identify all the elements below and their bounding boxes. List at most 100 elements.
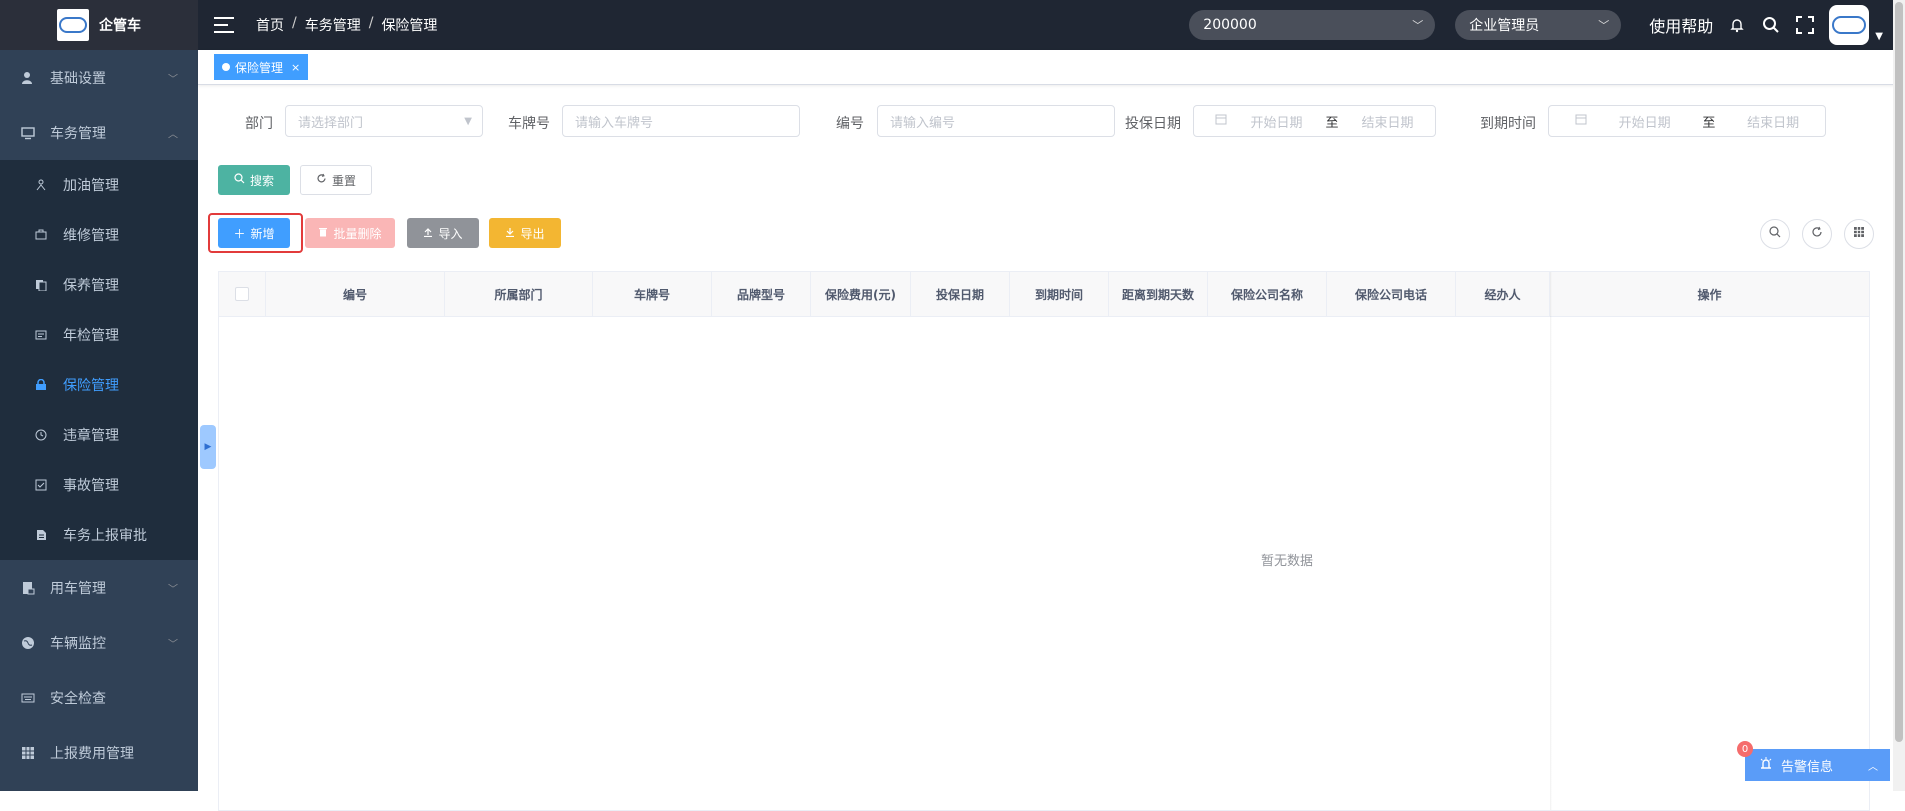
sidebar-item-label: 年检管理 [63, 328, 119, 344]
breadcrumb-current: 保险管理 [381, 18, 438, 34]
th-insure-date[interactable]: 投保日期 [911, 272, 1010, 316]
page-scrollbar[interactable] [1893, 0, 1905, 791]
export-label: 导出 [520, 226, 545, 241]
topbar: 首页 / 车务管理 / 保险管理 200000 ﹀ 企业管理员 ﹀ 使用帮助 ▼ [198, 0, 1905, 50]
trash-icon [318, 226, 328, 240]
sidebar-item-label: 维修管理 [63, 228, 119, 244]
sidebar-item-refuel[interactable]: 加油管理 [0, 160, 198, 210]
select-all-checkbox[interactable] [235, 287, 249, 301]
code-input[interactable]: 请输入编号 [877, 105, 1115, 137]
sidebar-item-label: 上报费用管理 [50, 745, 134, 762]
tag-label: 保险管理 [235, 60, 284, 75]
th-premium[interactable]: 保险费用(元) [811, 272, 911, 316]
role-select[interactable]: 企业管理员 ﹀ [1455, 10, 1622, 40]
sidebar-item-label: 保养管理 [63, 278, 119, 294]
chevron-up-icon: ︿ [168, 129, 178, 140]
reset-button-label: 重置 [331, 173, 356, 188]
toggle-search-button[interactable] [1760, 219, 1790, 249]
toolbox-icon [33, 227, 49, 243]
logo[interactable]: 企管车 [0, 0, 198, 50]
sidebar-item-accident[interactable]: 事故管理 [0, 460, 198, 510]
batch-delete-label: 批量删除 [333, 226, 382, 241]
th-brand-model[interactable]: 品牌型号 [712, 272, 811, 316]
bell-icon[interactable] [1727, 15, 1747, 35]
start-date-placeholder: 开始日期 [1618, 115, 1671, 131]
sidebar-item-label: 违章管理 [63, 428, 119, 444]
caret-down-icon: ▼ [464, 115, 472, 127]
select-all-cell [219, 272, 266, 316]
lock-icon [33, 377, 49, 393]
th-department[interactable]: 所属部门 [445, 272, 593, 316]
sidebar-item-maintenance[interactable]: 保养管理 [0, 260, 198, 310]
reset-button[interactable]: 重置 [300, 165, 372, 195]
plate-input[interactable]: 请输入车牌号 [562, 105, 800, 137]
alarm-panel[interactable]: 0 告警信息 ︿ [1737, 741, 1890, 781]
sidebar-item-report-approval[interactable]: 车务上报审批 [0, 510, 198, 560]
th-handler[interactable]: 经办人 [1456, 272, 1550, 316]
dept-select[interactable]: 请选择部门 ▼ [285, 105, 483, 137]
sidebar-item-violation[interactable]: 违章管理 [0, 410, 198, 460]
th-expire-date[interactable]: 到期时间 [1010, 272, 1109, 316]
sidebar-item-vehicle-use[interactable]: 用车管理 ﹀ [0, 560, 198, 615]
sidebar-item-vehicle-affairs[interactable]: 车务管理 ︿ [0, 105, 198, 160]
clock-icon [33, 427, 49, 443]
sidebar-item-repair[interactable]: 维修管理 [0, 210, 198, 260]
calendar-icon [1215, 113, 1227, 129]
menu-toggle-icon[interactable] [214, 17, 234, 33]
insure-date-range[interactable]: 开始日期 至 结束日期 [1193, 105, 1436, 137]
th-company-phone[interactable]: 保险公司电话 [1327, 272, 1456, 316]
range-separator: 至 [1702, 115, 1716, 131]
logo-icon [57, 9, 89, 41]
sidebar-item-vehicle-monitor[interactable]: 车辆监控 ﹀ [0, 615, 198, 670]
active-dot-icon [222, 63, 230, 71]
chevron-up-icon: ︿ [1868, 761, 1878, 773]
plate-label: 车牌号 [508, 116, 550, 132]
sidebar-expand-handle[interactable]: ▶ [200, 425, 216, 469]
scrollbar-thumb[interactable] [1895, 2, 1903, 742]
company-select[interactable]: 200000 ﹀ [1189, 10, 1436, 40]
search-button[interactable]: 搜索 [218, 165, 290, 195]
refresh-button[interactable] [1802, 219, 1832, 249]
import-button[interactable]: 导入 [407, 218, 479, 248]
sidebar-item-label: 车务管理 [50, 125, 106, 142]
company-select-value: 200000 [1203, 17, 1257, 33]
dept-label: 部门 [245, 116, 273, 132]
th-company-name[interactable]: 保险公司名称 [1208, 272, 1327, 316]
sidebar-item-label: 车务上报审批 [63, 528, 147, 544]
dept-placeholder: 请选择部门 [298, 115, 364, 131]
sidebar-item-annual-inspection[interactable]: 年检管理 [0, 310, 198, 360]
fullscreen-icon[interactable] [1795, 15, 1815, 35]
tag-insurance[interactable]: 保险管理 × [214, 54, 309, 80]
breadcrumb-home[interactable]: 首页 [256, 15, 284, 35]
breadcrumb-vehicle-affairs: 车务管理 [304, 18, 361, 34]
columns-button[interactable] [1844, 219, 1874, 249]
sidebar-item-label: 安全检查 [50, 690, 106, 707]
th-code[interactable]: 编号 [266, 272, 445, 316]
refresh-icon [316, 173, 327, 187]
alarm-label: 告警信息 [1781, 759, 1834, 775]
table-header: 编号 所属部门 车牌号 品牌型号 保险费用(元) 投保日期 到期时间 距离到期天… [219, 272, 1869, 317]
sidebar-item-expense-report[interactable]: 上报费用管理 [0, 725, 198, 780]
help-link[interactable]: 使用帮助 [1649, 13, 1713, 37]
chevron-down-icon: ﹀ [1412, 19, 1424, 32]
export-button[interactable]: 导出 [489, 218, 561, 248]
search-icon[interactable] [1761, 15, 1781, 35]
sidebar-item-safety-check[interactable]: 安全检查 [0, 670, 198, 725]
add-button[interactable]: ＋ 新增 [218, 218, 290, 248]
breadcrumb-separator: / [292, 15, 297, 31]
expire-date-range[interactable]: 开始日期 至 结束日期 [1548, 105, 1826, 137]
avatar[interactable] [1829, 5, 1870, 45]
caret-down-icon[interactable]: ▼ [1875, 31, 1883, 42]
th-days-left[interactable]: 距离到期天数 [1109, 272, 1208, 316]
sidebar-item-basic-settings[interactable]: 基础设置 ﹀ [0, 50, 198, 105]
sidebar-item-insurance[interactable]: 保险管理 [0, 360, 198, 410]
topbar-right: 200000 ﹀ 企业管理员 ﹀ 使用帮助 ▼ [1189, 0, 1883, 50]
th-plate[interactable]: 车牌号 [593, 272, 712, 316]
role-select-value: 企业管理员 [1469, 18, 1540, 34]
batch-delete-button[interactable]: 批量删除 [305, 218, 395, 248]
code-label: 编号 [836, 116, 864, 132]
file-icon [33, 527, 49, 543]
documents-icon [33, 277, 49, 293]
tags-view: 保险管理 × [198, 50, 1905, 85]
close-icon[interactable]: × [291, 61, 300, 74]
